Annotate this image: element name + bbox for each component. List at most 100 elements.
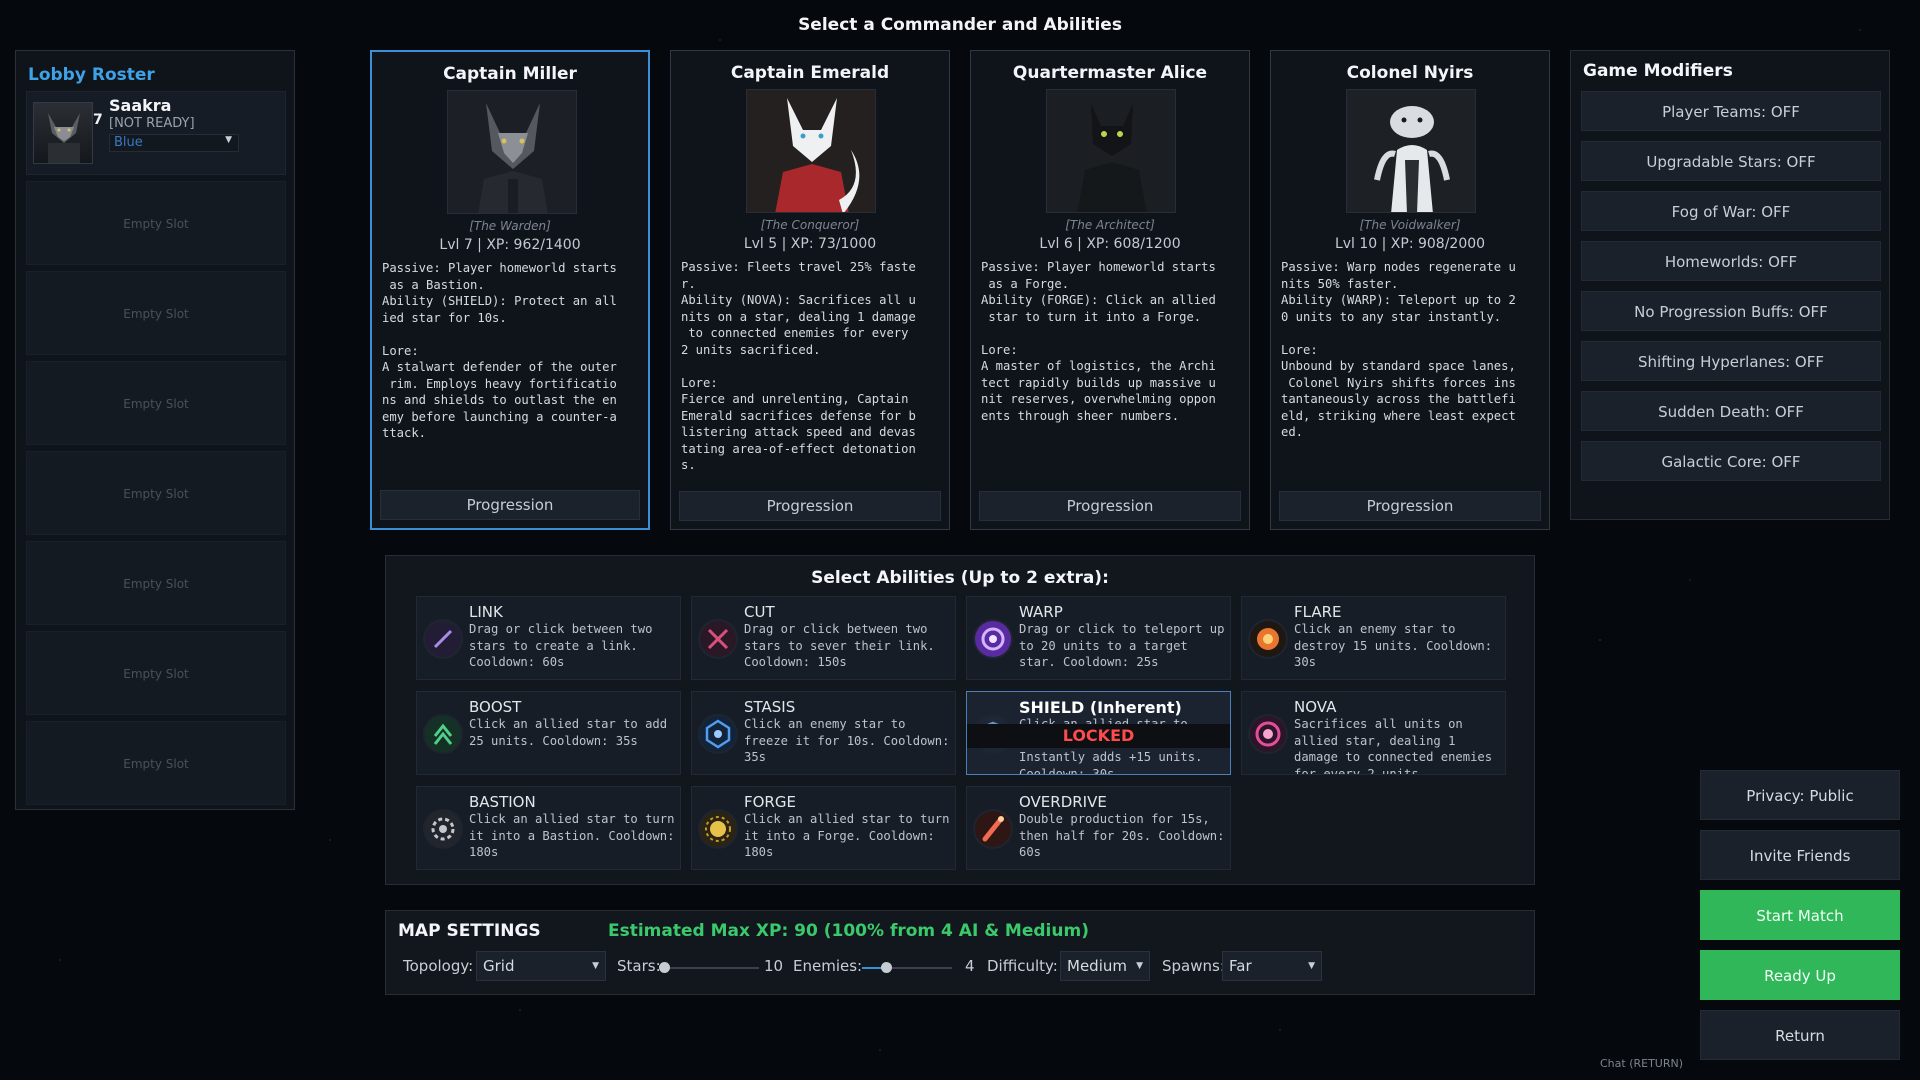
- topology-select[interactable]: Grid ▼: [476, 951, 606, 981]
- ability-overdrive[interactable]: OVERDRIVE Double production for 15s, the…: [966, 786, 1231, 870]
- enemies-slider-thumb[interactable]: [881, 962, 892, 973]
- commander-description: Passive: Player homeworld starts as a Ba…: [382, 261, 617, 440]
- empty-slot[interactable]: Empty Slot: [26, 271, 286, 355]
- enemies-value: 4: [965, 957, 975, 975]
- chevron-down-icon: ▼: [1136, 961, 1143, 971]
- empty-slot[interactable]: Empty Slot: [26, 541, 286, 625]
- ability-description: Click an allied star to add 25 units. Co…: [469, 717, 668, 748]
- difficulty-label: Difficulty:: [987, 957, 1058, 975]
- lobby-roster-panel: Lobby Roster 7 Saakra [NOT READY] Blue ▼…: [15, 50, 295, 810]
- white-fox-portrait: [746, 89, 876, 213]
- player-slot[interactable]: 7 Saakra [NOT READY] Blue ▼: [26, 91, 286, 175]
- modifier-no-progression-buffs[interactable]: No Progression Buffs: OFF: [1581, 291, 1881, 331]
- empty-slot[interactable]: Empty Slot: [26, 451, 286, 535]
- privacy-button[interactable]: Privacy: Public: [1700, 770, 1900, 820]
- commander-level-xp: Lvl 7 | XP: 962/1400: [439, 237, 581, 253]
- ability-name: CUT: [744, 603, 775, 621]
- commander-name: Quartermaster Alice: [1012, 63, 1208, 83]
- modifier-fog-of-war[interactable]: Fog of War: OFF: [1581, 191, 1881, 231]
- player-color-select[interactable]: Blue ▼: [109, 134, 239, 152]
- abilities-title: Select Abilities (Up to 2 extra):: [811, 568, 1109, 588]
- locked-banner: LOCKED: [967, 724, 1230, 748]
- modifier-homeworlds[interactable]: Homeworlds: OFF: [1581, 241, 1881, 281]
- modifier-sudden-death[interactable]: Sudden Death: OFF: [1581, 391, 1881, 431]
- player-name: Saakra: [109, 96, 172, 115]
- map-settings-title: MAP SETTINGS: [398, 921, 541, 941]
- modifier-upgradable-stars[interactable]: Upgradable Stars: OFF: [1581, 141, 1881, 181]
- ability-name: BASTION: [469, 793, 536, 811]
- map-settings-panel: MAP SETTINGS Estimated Max XP: 90 (100% …: [385, 910, 1535, 995]
- commander-card-nyirs[interactable]: Colonel Nyirs [The Voidwalker] Lvl 10 | …: [1270, 50, 1550, 530]
- ability-name: SHIELD (Inherent): [1019, 698, 1182, 717]
- ability-description: Drag or click between two stars to sever…: [744, 622, 935, 669]
- cut-icon: [698, 619, 738, 659]
- modifier-player-teams[interactable]: Player Teams: OFF: [1581, 91, 1881, 131]
- ability-boost[interactable]: BOOST Click an allied star to add 25 uni…: [416, 691, 681, 775]
- player-level: 7: [93, 112, 103, 128]
- commander-name: Captain Miller: [443, 64, 577, 84]
- difficulty-select[interactable]: Medium ▼: [1060, 951, 1150, 981]
- commander-card-emerald[interactable]: Captain Emerald [The Conqueror] Lvl 5 | …: [670, 50, 950, 530]
- start-match-button[interactable]: Start Match: [1700, 890, 1900, 940]
- roster-title: Lobby Roster: [28, 65, 155, 85]
- commander-title: [The Conqueror]: [760, 218, 860, 232]
- commander-card-alice[interactable]: Quartermaster Alice [The Architect] Lvl …: [970, 50, 1250, 530]
- modifier-shifting-hyperlanes[interactable]: Shifting Hyperlanes: OFF: [1581, 341, 1881, 381]
- ready-up-button[interactable]: Ready Up: [1700, 950, 1900, 1000]
- spawns-label: Spawns:: [1162, 957, 1225, 975]
- empty-slot[interactable]: Empty Slot: [26, 721, 286, 805]
- ability-name: FORGE: [744, 793, 796, 811]
- progression-button[interactable]: Progression: [979, 491, 1241, 521]
- stars-slider-thumb[interactable]: [659, 962, 670, 973]
- ability-stasis[interactable]: STASIS Click an enemy star to freeze it …: [691, 691, 956, 775]
- ability-link[interactable]: LINK Drag or click between two stars to …: [416, 596, 681, 680]
- ability-name: BOOST: [469, 698, 522, 716]
- ability-cut[interactable]: CUT Drag or click between two stars to s…: [691, 596, 956, 680]
- ability-bastion[interactable]: BASTION Click an allied star to turn it …: [416, 786, 681, 870]
- empty-slot[interactable]: Empty Slot: [26, 361, 286, 445]
- commander-name: Captain Emerald: [730, 63, 890, 83]
- player-avatar: [33, 102, 93, 164]
- stars-label: Stars:: [617, 957, 661, 975]
- return-button[interactable]: Return: [1700, 1010, 1900, 1060]
- ability-flare[interactable]: FLARE Click an enemy star to destroy 15 …: [1241, 596, 1506, 680]
- abilities-panel: Select Abilities (Up to 2 extra): LINK D…: [385, 555, 1535, 885]
- progression-button[interactable]: Progression: [1279, 491, 1541, 521]
- progression-button[interactable]: Progression: [679, 491, 941, 521]
- ability-nova[interactable]: NOVA Sacrifices all units on allied star…: [1241, 691, 1506, 775]
- chevron-down-icon: ▼: [592, 961, 599, 971]
- stars-slider-track[interactable]: [664, 967, 759, 969]
- empty-slot[interactable]: Empty Slot: [26, 631, 286, 715]
- nova-icon: [1248, 714, 1288, 754]
- commander-description: Passive: Player homeworld starts as a Fo…: [981, 260, 1216, 423]
- empty-slot[interactable]: Empty Slot: [26, 181, 286, 265]
- commander-title: [The Voidwalker]: [1359, 218, 1461, 232]
- white-serpent-portrait: [1346, 89, 1476, 213]
- commander-title: [The Architect]: [1065, 218, 1155, 232]
- modifier-galactic-core[interactable]: Galactic Core: OFF: [1581, 441, 1881, 481]
- spawns-value: Far: [1229, 957, 1252, 975]
- ability-shield-locked: SHIELD (Inherent) Click an allied star t…: [966, 691, 1231, 775]
- page-title: Select a Commander and Abilities: [798, 15, 1122, 35]
- chevron-down-icon: ▼: [225, 135, 232, 145]
- commander-title: [The Warden]: [469, 219, 551, 233]
- ability-name: WARP: [1019, 603, 1063, 621]
- invite-friends-button[interactable]: Invite Friends: [1700, 830, 1900, 880]
- stasis-icon: [698, 714, 738, 754]
- ability-name: OVERDRIVE: [1019, 793, 1107, 811]
- ability-description: Double production for 15s, then half for…: [1019, 812, 1225, 859]
- game-modifiers-panel: Game Modifiers Player Teams: OFF Upgrada…: [1570, 50, 1890, 520]
- modifiers-title: Game Modifiers: [1583, 61, 1733, 81]
- chevron-down-icon: ▼: [1308, 961, 1315, 971]
- ability-description: Sacrifices all units on allied star, dea…: [1294, 717, 1493, 775]
- warp-icon: [973, 619, 1013, 659]
- topology-value: Grid: [483, 957, 515, 975]
- ability-forge[interactable]: FORGE Click an allied star to turn it in…: [691, 786, 956, 870]
- commander-card-miller[interactable]: Captain Miller [The Warden] Lvl 7 | XP: …: [370, 50, 650, 530]
- ability-description: Click an allied star to turn it into a F…: [744, 812, 950, 859]
- spawns-select[interactable]: Far ▼: [1222, 951, 1322, 981]
- ability-description: Click an enemy star to freeze it for 10s…: [744, 717, 950, 764]
- ability-warp[interactable]: WARP Drag or click to teleport up to 20 …: [966, 596, 1231, 680]
- commander-level-xp: Lvl 10 | XP: 908/2000: [1334, 236, 1486, 252]
- progression-button[interactable]: Progression: [380, 490, 640, 520]
